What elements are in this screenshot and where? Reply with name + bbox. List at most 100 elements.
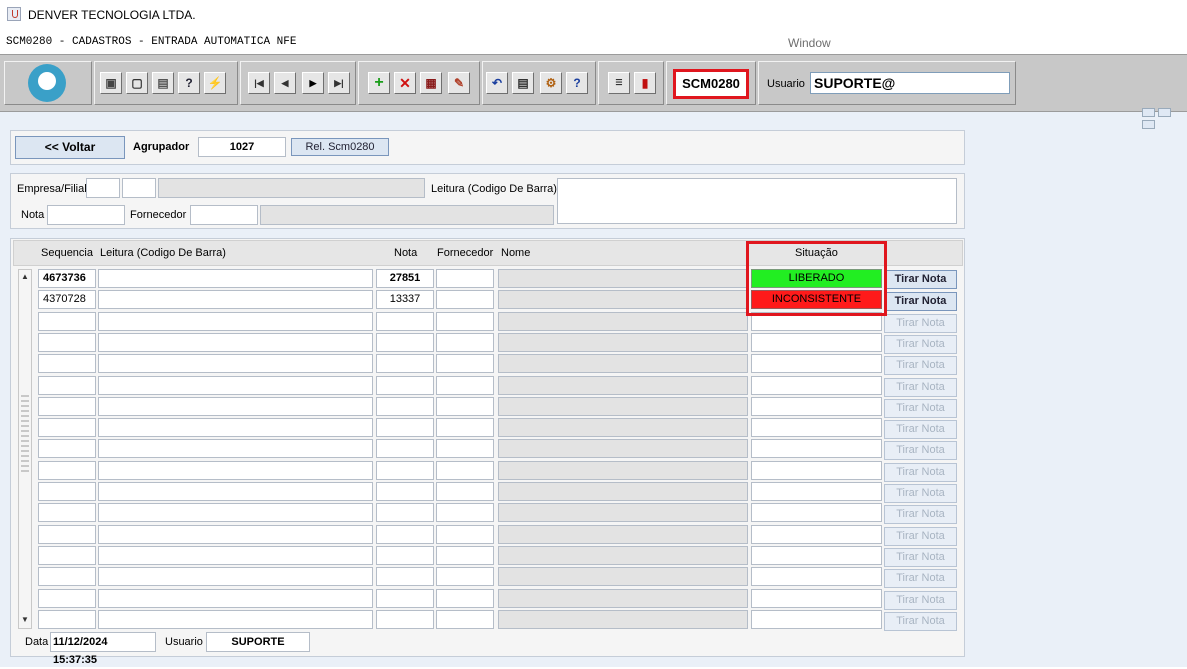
tirar-nota-button[interactable]: Tirar Nota [884, 505, 957, 524]
nota-filter-field[interactable] [47, 205, 125, 225]
insert-record-icon[interactable]: + [368, 72, 390, 94]
cell-fornecedor[interactable] [436, 461, 494, 480]
cell-nota[interactable] [376, 525, 434, 544]
save-icon[interactable]: ▣ [100, 72, 122, 94]
cell-fornecedor[interactable] [436, 269, 494, 288]
tirar-nota-button[interactable]: Tirar Nota [884, 463, 957, 482]
edit-record-icon[interactable]: ✎ [448, 72, 470, 94]
cell-nota[interactable] [376, 503, 434, 522]
cell-sequencia[interactable] [38, 461, 96, 480]
print-icon[interactable]: ▤ [152, 72, 174, 94]
cell-fornecedor[interactable] [436, 525, 494, 544]
cell-leitura[interactable] [98, 567, 373, 586]
cell-sequencia[interactable] [38, 567, 96, 586]
help-icon[interactable]: ? [566, 72, 588, 94]
scroll-grip-icon[interactable] [21, 395, 29, 475]
cell-nota[interactable] [376, 610, 434, 629]
cell-sequencia[interactable]: 4370728 [38, 290, 96, 309]
cell-leitura[interactable] [98, 461, 373, 480]
cell-sequencia[interactable] [38, 312, 96, 331]
cell-nota[interactable] [376, 333, 434, 352]
cell-sequencia[interactable] [38, 589, 96, 608]
cell-leitura[interactable] [98, 312, 373, 331]
cell-leitura[interactable] [98, 376, 373, 395]
tirar-nota-button[interactable]: Tirar Nota [884, 378, 957, 397]
cell-sequencia[interactable] [38, 397, 96, 416]
leitura-filter-field[interactable] [557, 178, 957, 224]
tirar-nota-button[interactable]: Tirar Nota [884, 335, 957, 354]
form-menu-caption[interactable]: SCM0280 - CADASTROS - ENTRADA AUTOMATICA… [6, 36, 296, 48]
cell-fornecedor[interactable] [436, 333, 494, 352]
tirar-nota-button[interactable]: Tirar Nota [884, 420, 957, 439]
cell-fornecedor[interactable] [436, 354, 494, 373]
cell-sequencia[interactable] [38, 376, 96, 395]
execute-query-icon[interactable]: ⚡ [204, 72, 226, 94]
cell-nota[interactable] [376, 567, 434, 586]
tirar-nota-button[interactable]: Tirar Nota [884, 356, 957, 375]
delete-record-icon[interactable]: ✕ [394, 72, 416, 94]
cell-sequencia[interactable] [38, 333, 96, 352]
tirar-nota-button[interactable]: Tirar Nota [884, 569, 957, 588]
cell-leitura[interactable] [98, 290, 373, 309]
exit-icon[interactable]: ▮ [634, 72, 656, 94]
cell-sequencia[interactable] [38, 503, 96, 522]
tirar-nota-button[interactable]: Tirar Nota [884, 292, 957, 311]
tirar-nota-button[interactable]: Tirar Nota [884, 314, 957, 333]
cell-leitura[interactable] [98, 589, 373, 608]
filial-field[interactable] [122, 178, 156, 198]
list-icon[interactable]: ▤ [512, 72, 534, 94]
cell-leitura[interactable] [98, 610, 373, 629]
cell-fornecedor[interactable] [436, 482, 494, 501]
last-record-icon[interactable]: ▶| [328, 72, 350, 94]
cell-fornecedor[interactable] [436, 610, 494, 629]
cell-fornecedor[interactable] [436, 397, 494, 416]
cell-leitura[interactable] [98, 525, 373, 544]
cell-fornecedor[interactable] [436, 418, 494, 437]
cell-fornecedor[interactable] [436, 589, 494, 608]
query-help-icon[interactable]: ? [178, 72, 200, 94]
clear-record-icon[interactable]: ▦ [420, 72, 442, 94]
cell-sequencia[interactable]: 4673736 [38, 269, 96, 288]
cell-nota[interactable] [376, 312, 434, 331]
empresa-field[interactable] [86, 178, 120, 198]
cell-fornecedor[interactable] [436, 503, 494, 522]
cell-nota[interactable]: 27851 [376, 269, 434, 288]
cell-nota[interactable] [376, 439, 434, 458]
menu-icon[interactable]: ☰ [608, 72, 630, 94]
cell-fornecedor[interactable] [436, 376, 494, 395]
cell-leitura[interactable] [98, 439, 373, 458]
cell-fornecedor[interactable] [436, 546, 494, 565]
undo-icon[interactable]: ↶ [486, 72, 508, 94]
tirar-nota-button[interactable]: Tirar Nota [884, 591, 957, 610]
cell-nota[interactable]: 13337 [376, 290, 434, 309]
cell-sequencia[interactable] [38, 546, 96, 565]
cell-nota[interactable] [376, 354, 434, 373]
cell-leitura[interactable] [98, 397, 373, 416]
tirar-nota-button[interactable]: Tirar Nota [884, 548, 957, 567]
cell-leitura[interactable] [98, 482, 373, 501]
next-record-icon[interactable]: ▶ [302, 72, 324, 94]
fornecedor-filter-field[interactable] [190, 205, 258, 225]
cell-leitura[interactable] [98, 269, 373, 288]
cell-leitura[interactable] [98, 354, 373, 373]
previous-record-icon[interactable]: ◀ [274, 72, 296, 94]
cell-leitura[interactable] [98, 333, 373, 352]
cell-nota[interactable] [376, 376, 434, 395]
tirar-nota-button[interactable]: Tirar Nota [884, 612, 957, 631]
cell-nota[interactable] [376, 482, 434, 501]
cell-nota[interactable] [376, 546, 434, 565]
rel-scm0280-button[interactable]: Rel. Scm0280 [291, 138, 389, 156]
window-icon[interactable]: ▢ [126, 72, 148, 94]
agrupador-field[interactable]: 1027 [198, 137, 286, 157]
toolbar-usuario-field[interactable]: SUPORTE@ [810, 72, 1010, 94]
cell-sequencia[interactable] [38, 439, 96, 458]
cell-nota[interactable] [376, 418, 434, 437]
tirar-nota-button[interactable]: Tirar Nota [884, 441, 957, 460]
cell-leitura[interactable] [98, 418, 373, 437]
cell-fornecedor[interactable] [436, 439, 494, 458]
cell-sequencia[interactable] [38, 354, 96, 373]
cell-sequencia[interactable] [38, 418, 96, 437]
cell-nota[interactable] [376, 461, 434, 480]
tirar-nota-button[interactable]: Tirar Nota [884, 484, 957, 503]
cell-nota[interactable] [376, 397, 434, 416]
